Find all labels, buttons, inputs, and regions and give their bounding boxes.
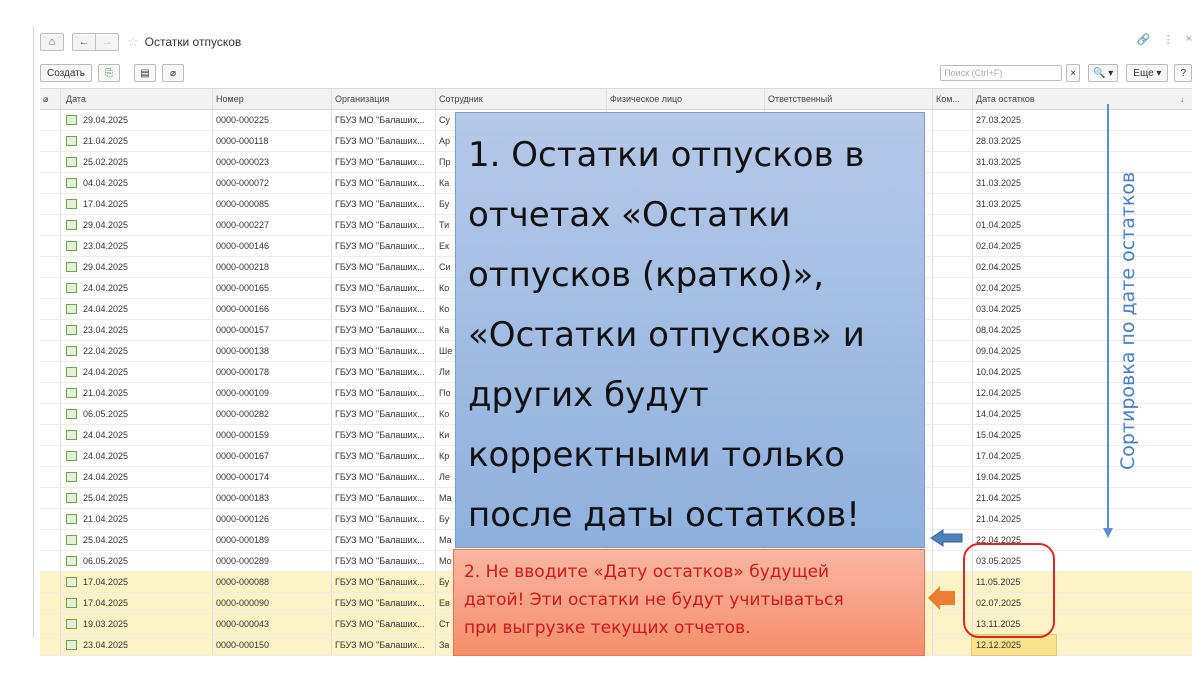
- blue-arrow-icon: [930, 529, 963, 547]
- sort-arrow-head: [1103, 528, 1113, 538]
- future-dates-highlight: [963, 543, 1055, 638]
- orange-arrow-icon: [928, 586, 955, 610]
